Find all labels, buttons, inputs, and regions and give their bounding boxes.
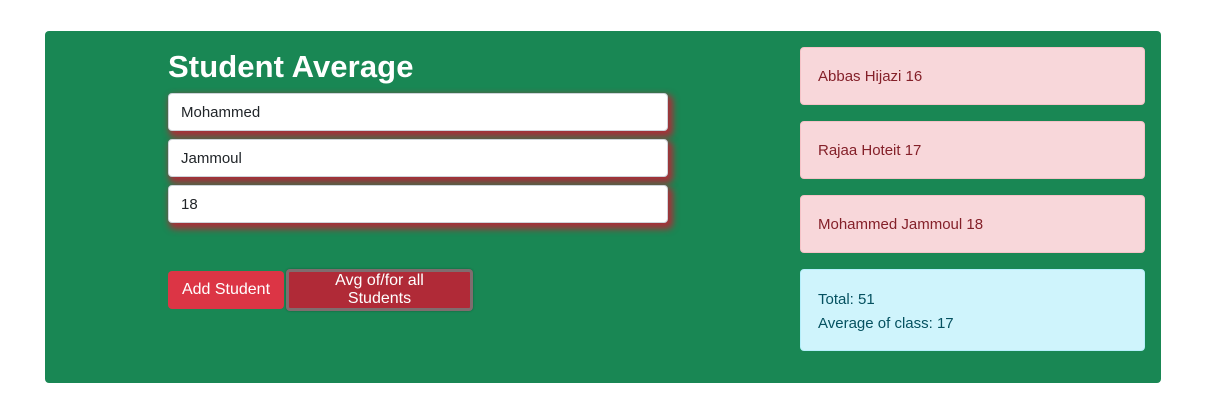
first-name-input[interactable]	[168, 93, 668, 131]
student-entry: Mohammed Jammoul 18	[800, 195, 1145, 253]
class-summary: Total: 51 Average of class: 17	[800, 269, 1145, 351]
average-all-students-button[interactable]: Avg of/for all Students	[286, 269, 473, 311]
student-entry: Abbas Hijazi 16	[800, 47, 1145, 105]
student-entry: Rajaa Hoteit 17	[800, 121, 1145, 179]
grade-input[interactable]	[168, 185, 668, 223]
add-student-button[interactable]: Add Student	[168, 271, 284, 309]
total-text: Total: 51	[818, 291, 875, 308]
page-title: Student Average	[168, 49, 414, 84]
average-text: Average of class: 17	[818, 315, 954, 332]
main-panel: Student Average Add Student Avg of/for a…	[45, 31, 1161, 383]
last-name-input[interactable]	[168, 139, 668, 177]
